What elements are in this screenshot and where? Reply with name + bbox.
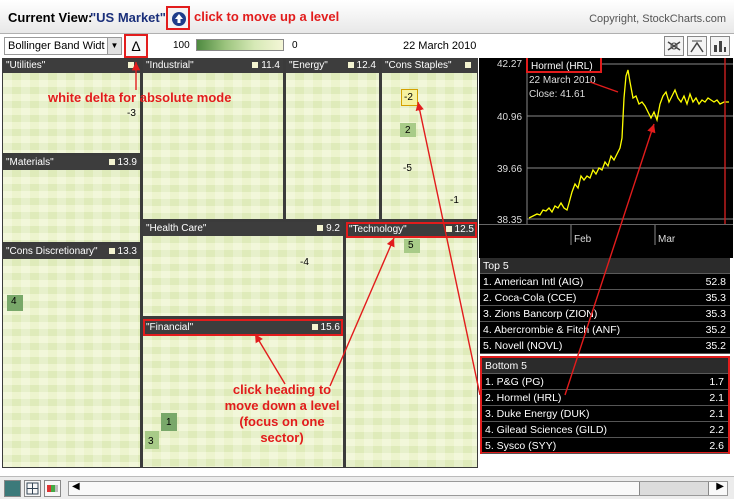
scroll-thumb[interactable]: [639, 482, 709, 495]
status-bar: ◀ ▶: [0, 476, 734, 499]
scroll-left-icon[interactable]: ◀: [72, 481, 80, 492]
grid-view-icon[interactable]: [24, 480, 41, 497]
color-scale-icon[interactable]: [44, 480, 61, 497]
annotation-arrows: [131, 62, 656, 396]
scroll-right-icon[interactable]: ▶: [716, 481, 724, 492]
heatmap-view-icon[interactable]: [4, 480, 21, 497]
horizontal-scrollbar[interactable]: ◀ ▶: [68, 481, 728, 496]
app-window: Current View: "US Market" click to move …: [0, 0, 734, 499]
